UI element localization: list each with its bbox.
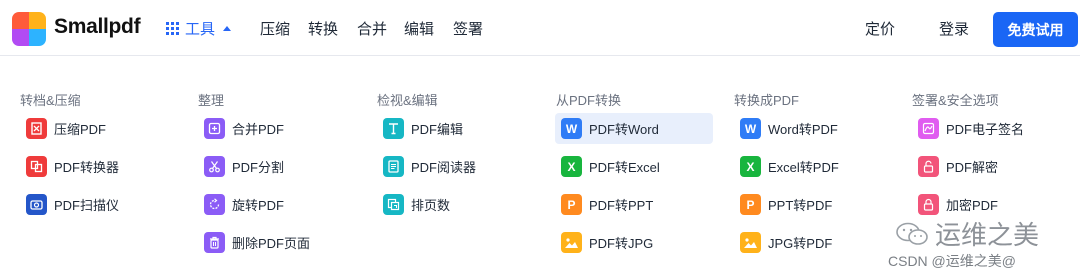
- scissors-icon: [204, 156, 225, 177]
- nav-edit[interactable]: 编辑: [404, 18, 434, 39]
- menu-item-pdf-converter[interactable]: PDF转换器: [20, 151, 178, 182]
- menu-item-pdf-to-word[interactable]: W PDF转Word: [555, 113, 713, 144]
- trash-icon: [204, 232, 225, 253]
- menu-item-pdf-to-jpg[interactable]: PDF转JPG: [555, 227, 713, 258]
- menu-item-label: PDF转Word: [589, 122, 659, 137]
- caret-up-icon: [223, 26, 232, 31]
- watermark-credit: CSDN @运维之美@: [888, 253, 1016, 269]
- column-title-to-pdf: 转换成PDF: [734, 93, 800, 108]
- menu-item-edit-pdf[interactable]: PDF编辑: [377, 113, 535, 144]
- menu-item-compress-pdf[interactable]: 压缩PDF: [20, 113, 178, 144]
- watermark: 运维之美: [895, 215, 1039, 252]
- menu-item-word-to-pdf[interactable]: W Word转PDF: [734, 113, 892, 144]
- menu-item-delete-pages[interactable]: 删除PDF页面: [198, 227, 356, 258]
- menu-item-ppt-to-pdf[interactable]: P PPT转PDF: [734, 189, 892, 220]
- menu-item-label: PDF分割: [232, 160, 285, 175]
- free-trial-button[interactable]: 免费试用: [993, 12, 1078, 47]
- menu-item-label: 排页数: [411, 198, 451, 213]
- sign-icon: [918, 118, 939, 139]
- lock-icon: [918, 194, 939, 215]
- ppt-icon: P: [561, 194, 582, 215]
- menu-item-jpg-to-pdf[interactable]: JPG转PDF: [734, 227, 892, 258]
- column-title-organize: 整理: [198, 93, 225, 108]
- tools-menu-toggle[interactable]: 工具: [166, 18, 232, 39]
- convert-icon: [26, 156, 47, 177]
- column-title-convert-compress: 转档&压缩: [20, 93, 81, 108]
- nav-merge[interactable]: 合并: [357, 18, 387, 39]
- column-title-from-pdf: 从PDF转换: [556, 93, 622, 108]
- menu-item-pdf-scanner[interactable]: PDF扫描仪: [20, 189, 178, 220]
- menu-item-rotate-pdf[interactable]: 旋转PDF: [198, 189, 356, 220]
- top-navbar: Smallpdf 工具 压缩 转换 合并 编辑 签署 定价 登录 免费试用: [0, 0, 1080, 56]
- login-link[interactable]: 登录: [939, 18, 969, 39]
- menu-item-unlock-pdf[interactable]: PDF解密: [912, 151, 1070, 182]
- brand-name[interactable]: Smallpdf: [54, 15, 141, 39]
- excel-icon: X: [561, 156, 582, 177]
- menu-item-label: 加密PDF: [946, 198, 999, 213]
- menu-item-label: PDF转Excel: [589, 160, 660, 175]
- rotate-icon: [204, 194, 225, 215]
- merge-icon: [204, 118, 225, 139]
- menu-item-label: PDF解密: [946, 160, 999, 175]
- reader-icon: [383, 156, 404, 177]
- nav-convert[interactable]: 转换: [308, 18, 338, 39]
- menu-item-pdf-to-ppt[interactable]: P PDF转PPT: [555, 189, 713, 220]
- camera-icon: [26, 194, 47, 215]
- nav-sign[interactable]: 签署: [453, 18, 483, 39]
- excel-icon: X: [740, 156, 761, 177]
- nav-pricing[interactable]: 定价: [865, 18, 895, 39]
- ppt-icon: P: [740, 194, 761, 215]
- menu-item-merge-pdf[interactable]: 合并PDF: [198, 113, 356, 144]
- menu-item-label: PDF编辑: [411, 122, 464, 137]
- text-edit-icon: [383, 118, 404, 139]
- menu-item-excel-to-pdf[interactable]: X Excel转PDF: [734, 151, 892, 182]
- column-title-view-edit: 检视&编辑: [377, 93, 438, 108]
- word-icon: W: [740, 118, 761, 139]
- tools-label: 工具: [185, 21, 216, 38]
- page-number-icon: [383, 194, 404, 215]
- unlock-icon: [918, 156, 939, 177]
- menu-item-label: 合并PDF: [232, 122, 285, 137]
- word-icon: W: [561, 118, 582, 139]
- column-title-sign-security: 签署&安全选项: [912, 93, 999, 108]
- menu-item-label: Excel转PDF: [768, 160, 839, 175]
- nav-compress[interactable]: 压缩: [260, 18, 290, 39]
- grid-icon: [166, 22, 179, 35]
- menu-item-split-pdf[interactable]: PDF分割: [198, 151, 356, 182]
- menu-item-label: PDF扫描仪: [54, 198, 120, 213]
- smallpdf-logo-icon[interactable]: [12, 12, 46, 46]
- menu-item-pdf-reader[interactable]: PDF阅读器: [377, 151, 535, 182]
- menu-item-label: 删除PDF页面: [232, 236, 311, 251]
- jpg-icon: [740, 232, 761, 253]
- menu-item-label: PDF转PPT: [589, 198, 654, 213]
- compress-icon: [26, 118, 47, 139]
- menu-item-label: 压缩PDF: [54, 122, 107, 137]
- menu-item-label: PDF电子签名: [946, 122, 1025, 137]
- menu-item-label: JPG转PDF: [768, 236, 833, 251]
- menu-item-label: PDF转换器: [54, 160, 120, 175]
- menu-item-label: PDF阅读器: [411, 160, 477, 175]
- menu-item-label: Word转PDF: [768, 122, 838, 137]
- menu-item-label: 旋转PDF: [232, 198, 285, 213]
- menu-item-pdf-to-excel[interactable]: X PDF转Excel: [555, 151, 713, 182]
- menu-item-esign-pdf[interactable]: PDF电子签名: [912, 113, 1070, 144]
- watermark-channel: 运维之美: [935, 220, 1040, 250]
- menu-item-page-numbers[interactable]: 排页数: [377, 189, 535, 220]
- jpg-icon: [561, 232, 582, 253]
- menu-item-label: PDF转JPG: [589, 236, 654, 251]
- menu-item-label: PPT转PDF: [768, 198, 833, 213]
- wechat-icon: [896, 222, 928, 245]
